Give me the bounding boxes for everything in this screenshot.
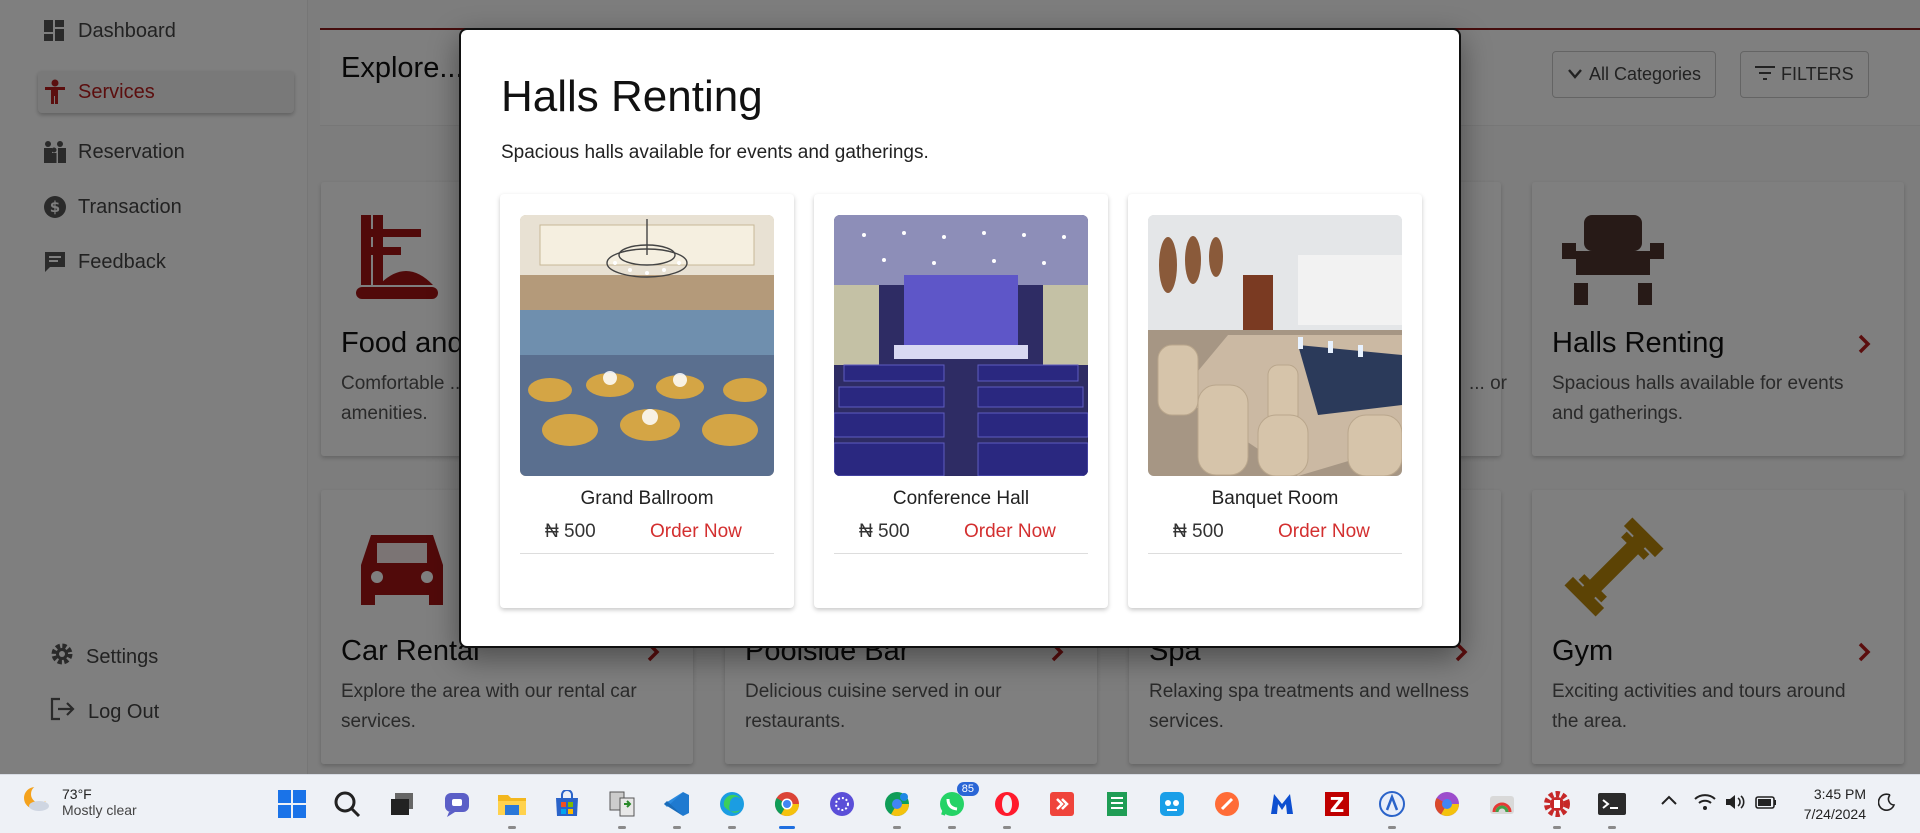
system-clock[interactable]: 3:45 PM 7/24/2024 [1804,784,1866,824]
app-window: Dashboard Services Reservation $ Transac… [0,0,1920,774]
microsoft-store-icon[interactable] [550,787,584,821]
rainbow-app-icon[interactable] [1485,787,1519,821]
chrome-icon[interactable] [770,787,804,829]
search-icon[interactable] [330,787,364,821]
chrome-profile-icon[interactable] [880,787,914,829]
weather-widget[interactable]: 73°F Mostly clear [22,784,137,819]
vscode-icon[interactable] [660,787,694,829]
grand-ballroom-image [520,215,774,476]
robot-app-icon[interactable] [1155,787,1189,821]
terminal-icon[interactable] [1595,787,1629,829]
order-now-link[interactable]: Order Now [1278,521,1370,543]
hall-card-banquet-room: Banquet Room ₦ 500 Order Now [1128,194,1422,608]
clock-date: 7/24/2024 [1803,806,1866,822]
app-flower-icon[interactable] [825,787,859,821]
svg-text:Z: Z [1330,793,1345,817]
order-now-link[interactable]: Order Now [650,521,742,543]
weather-desc: Mostly clear [62,801,137,818]
postman-icon[interactable] [1210,787,1244,821]
volume-icon[interactable] [1724,793,1746,816]
divider [1148,553,1402,554]
file-transfer-icon[interactable] [605,787,639,829]
divider [834,553,1088,554]
hall-card-grand-ballroom: Grand Ballroom ₦ 500 Order Now [500,194,794,608]
halls-renting-modal: Halls Renting Spacious halls available f… [459,28,1461,648]
chat-icon[interactable] [440,787,474,821]
hall-price: ₦ 500 [859,521,910,542]
divider [520,553,774,554]
filezilla-icon[interactable]: Z [1320,787,1354,821]
whatsapp-icon[interactable]: 85 [935,782,979,829]
task-view-icon[interactable] [385,787,419,821]
conference-hall-image [834,215,1088,476]
hall-price: ₦ 500 [1173,521,1224,542]
notification-badge: 85 [956,782,979,796]
windows-taskbar: 73°F Mostly clear 85 Z 3:45 PM 7/24/2024 [0,774,1920,833]
hall-price: ₦ 500 [545,521,596,542]
windows-start-icon[interactable] [275,787,309,821]
modal-description: Spacious halls available for events and … [501,142,929,163]
battery-icon[interactable] [1754,793,1778,816]
chevron-up-icon[interactable] [1660,793,1678,811]
hall-card-conference-hall: Conference Hall ₦ 500 Order Now [814,194,1108,608]
hall-name: Grand Ballroom [580,488,714,509]
moon-cloud-icon [22,784,52,819]
hall-name: Banquet Room [1211,488,1339,509]
chrome-canary-icon[interactable] [1430,787,1464,821]
edge-icon[interactable] [715,787,749,829]
weather-temp: 73°F [62,785,92,802]
file-explorer-icon[interactable] [495,787,529,829]
spreadsheet-icon[interactable] [1100,787,1134,821]
opera-icon[interactable] [990,787,1024,829]
order-now-link[interactable]: Order Now [964,521,1056,543]
wifi-icon[interactable] [1694,793,1716,816]
hall-name: Conference Hall [892,488,1030,509]
banquet-room-image [1148,215,1402,476]
malwarebytes-icon[interactable] [1265,787,1299,821]
do-not-disturb-icon[interactable] [1877,793,1896,816]
modal-title: Halls Renting [501,72,763,121]
gear-app-icon[interactable] [1540,787,1574,829]
azure-data-studio-icon[interactable] [1375,787,1409,829]
clock-time: 3:45 PM [1813,786,1866,802]
anydesk-icon[interactable] [1045,787,1079,821]
